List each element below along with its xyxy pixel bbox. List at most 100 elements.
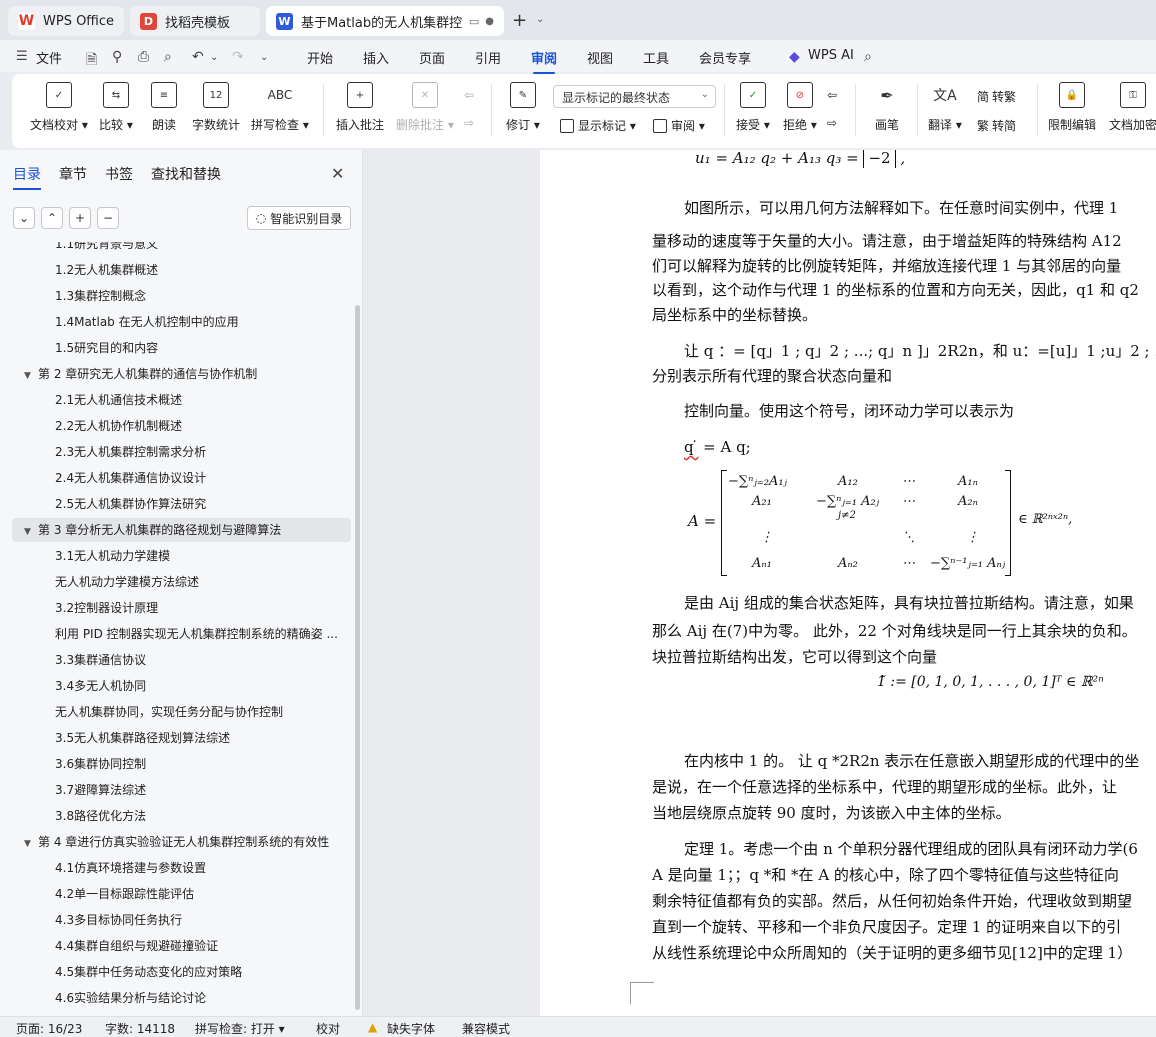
word-count-button[interactable]: 12 字数统计 bbox=[192, 82, 240, 133]
print-preview-icon[interactable]: ⌕ bbox=[164, 49, 172, 65]
expand-triangle-icon[interactable]: ▼ bbox=[24, 520, 38, 542]
remove-heading-icon[interactable]: − bbox=[97, 207, 119, 229]
menu-review[interactable]: 审阅 bbox=[531, 48, 557, 74]
revise-button[interactable]: ✎ 修订 ▾ bbox=[506, 82, 540, 133]
toc-section-item[interactable]: 2.2无人机协作机制概述 bbox=[12, 414, 351, 438]
unsaved-dot-icon[interactable]: ● bbox=[485, 16, 494, 27]
toc-section-item[interactable]: 1.3集群控制概念 bbox=[12, 284, 351, 308]
next-comment-icon[interactable]: ⇨ bbox=[464, 116, 474, 130]
add-heading-icon[interactable]: + bbox=[69, 207, 91, 229]
print-icon[interactable]: ⎙ bbox=[138, 49, 149, 65]
toc-chapter-item[interactable]: ▼ 第 4 章进行仿真实验验证无人机集群控制系统的有效性 bbox=[12, 830, 351, 854]
toc-section-item[interactable]: 2.1无人机通信技术概述 bbox=[12, 388, 351, 412]
status-compat-mode[interactable]: 兼容模式 bbox=[462, 1020, 510, 1037]
toc-section-item[interactable]: 1.4Matlab 在无人机控制中的应用 bbox=[12, 310, 351, 334]
menu-tools[interactable]: 工具 bbox=[643, 48, 669, 67]
menu-view[interactable]: 视图 bbox=[587, 48, 613, 67]
search-icon[interactable]: ⌕ bbox=[864, 49, 872, 65]
toc-section-item[interactable]: 4.6实验结果分析与结论讨论 bbox=[12, 986, 351, 1010]
spell-check-button[interactable]: ABC 拼写检查 ▾ bbox=[251, 82, 309, 133]
prev-comment-icon[interactable]: ⇦ bbox=[464, 88, 474, 102]
delete-comment-button[interactable]: ✕ 删除批注 ▾ bbox=[396, 82, 454, 133]
toc-section-item[interactable]: 3.4多无人机协同 bbox=[12, 674, 351, 698]
toc-section-item[interactable]: 3.1无人机动力学建模 bbox=[12, 544, 351, 568]
compare-button[interactable]: ⇆ 比较 ▾ bbox=[99, 82, 133, 133]
status-page[interactable]: 页面: 16/23 bbox=[16, 1020, 82, 1037]
to-simplified-button[interactable]: 繁 转简 bbox=[977, 117, 1016, 134]
status-word-count[interactable]: 字数: 14118 bbox=[105, 1020, 175, 1037]
show-markup-button[interactable]: 显示标记 ▾ bbox=[560, 117, 636, 134]
toc-section-item[interactable]: 无人机集群协同，实现任务分配与协作控制 bbox=[12, 700, 351, 724]
toc-section-item[interactable]: 4.5集群中任务动态变化的应对策略 bbox=[12, 960, 351, 984]
menu-member[interactable]: 会员专享 bbox=[699, 48, 751, 67]
next-change-icon[interactable]: ⇨ bbox=[827, 116, 837, 130]
menu-references[interactable]: 引用 bbox=[475, 48, 501, 67]
expand-triangle-icon[interactable]: ▼ bbox=[24, 832, 38, 854]
nav-tab-bookmarks[interactable]: 书签 bbox=[105, 164, 133, 190]
toc-section-item[interactable]: 1.5研究目的和内容 bbox=[12, 336, 351, 360]
toc-section-item[interactable]: 3.5无人机集群路径规划算法综述 bbox=[12, 726, 351, 750]
toc-section-item[interactable]: 3.6集群协同控制 bbox=[12, 752, 351, 776]
tab-current-document[interactable]: W 基于Matlab的无人机集群控制 ▭ ● bbox=[266, 6, 504, 36]
doc-check-button[interactable]: ✓ 文档校对 ▾ bbox=[30, 82, 88, 133]
menu-insert[interactable]: 插入 bbox=[363, 48, 389, 67]
toc-scrollbar[interactable] bbox=[355, 305, 360, 1010]
translate-button[interactable]: 文A 翻译 ▾ bbox=[928, 82, 962, 133]
reject-button[interactable]: ⊘ 拒绝 ▾ bbox=[783, 82, 817, 133]
undo-icon[interactable]: ↶ bbox=[192, 49, 204, 65]
toc-section-item[interactable]: 3.2控制器设计原理 bbox=[12, 596, 351, 620]
toc-section-item[interactable]: 3.7避障算法综述 bbox=[12, 778, 351, 802]
nav-tab-toc[interactable]: 目录 bbox=[13, 164, 41, 190]
tab-wps-office[interactable]: W WPS Office bbox=[8, 6, 124, 36]
menu-wps-ai[interactable]: WPS AI bbox=[808, 48, 854, 63]
prev-change-icon[interactable]: ⇦ bbox=[827, 88, 837, 102]
status-spell-check[interactable]: 拼写检查: 打开 ▾ bbox=[195, 1020, 285, 1037]
toc-section-item[interactable]: 2.3无人机集群控制需求分析 bbox=[12, 440, 351, 464]
toc-section-item[interactable]: 4.4集群自组织与规避碰撞验证 bbox=[12, 934, 351, 958]
chevron-down-icon[interactable]: ⌄ bbox=[536, 14, 544, 25]
expand-chevron-icon[interactable]: ⌃ bbox=[41, 207, 63, 229]
pen-button[interactable]: ✒ 画笔 bbox=[874, 82, 900, 133]
customize-chevron-icon[interactable]: ⌄ bbox=[260, 52, 268, 63]
document-page[interactable]: u₁ = A₁₂ q₂ + A₁₃ q₃ = −2 , 如图所示，可以用几何方法… bbox=[540, 150, 1156, 1016]
status-missing-font[interactable]: 缺失字体 bbox=[387, 1020, 435, 1037]
toc-section-item[interactable]: 利用 PID 控制器实现无人机集群控制系统的精确姿 ... bbox=[12, 622, 351, 646]
link-icon[interactable]: ⚲ bbox=[112, 49, 122, 65]
menu-file[interactable]: 文件 bbox=[36, 48, 62, 67]
tab-docer-templates[interactable]: D 找稻壳模板 bbox=[130, 6, 260, 36]
toc-section-item[interactable]: 3.8路径优化方法 bbox=[12, 804, 351, 828]
expand-triangle-icon[interactable]: ▼ bbox=[24, 364, 38, 386]
toc-chapter-item[interactable]: ▼ 第 3 章分析无人机集群的路径规划与避障算法 bbox=[12, 518, 351, 542]
doc-encrypt-button[interactable]: ⚿ 文档加密 bbox=[1109, 82, 1156, 133]
menu-page[interactable]: 页面 bbox=[419, 48, 445, 67]
read-aloud-button[interactable]: ≡ 朗读 bbox=[151, 82, 177, 133]
undo-dropdown-icon[interactable]: ⌄ bbox=[210, 52, 218, 63]
toc-chapter-item[interactable]: ▼ 第 2 章研究无人机集群的通信与协作机制 bbox=[12, 362, 351, 386]
toc-section-item[interactable]: 1.2无人机集群概述 bbox=[12, 258, 351, 282]
redo-icon[interactable]: ↷ bbox=[232, 49, 244, 65]
monitor-icon[interactable]: ▭ bbox=[469, 15, 479, 28]
restrict-edit-button[interactable]: 🔒 限制编辑 bbox=[1048, 82, 1096, 133]
status-proofread[interactable]: 校对 bbox=[316, 1020, 340, 1037]
toc-section-item[interactable]: 2.4无人机集群通信协议设计 bbox=[12, 466, 351, 490]
accept-button[interactable]: ✓ 接受 ▾ bbox=[736, 82, 770, 133]
toc-section-item[interactable]: 2.5无人机集群协作算法研究 bbox=[12, 492, 351, 516]
review-pane-button[interactable]: 审阅 ▾ bbox=[653, 117, 705, 134]
menu-home[interactable]: 开始 bbox=[307, 48, 333, 67]
smart-toc-button[interactable]: ◌ 智能识别目录 bbox=[247, 206, 351, 230]
hamburger-icon[interactable]: ☰ bbox=[16, 49, 28, 64]
markup-state-select[interactable]: 显示标记的最终状态 ⌄ bbox=[553, 85, 716, 108]
toc-section-item[interactable]: 无人机动力学建模方法综述 bbox=[12, 570, 351, 594]
collapse-chevron-icon[interactable]: ⌄ bbox=[13, 207, 35, 229]
toc-section-item[interactable]: 4.2单一目标跟踪性能评估 bbox=[12, 882, 351, 906]
toc-section-item[interactable]: 4.1仿真环境搭建与参数设置 bbox=[12, 856, 351, 880]
nav-tab-sections[interactable]: 章节 bbox=[59, 164, 87, 190]
nav-tab-find-replace[interactable]: 查找和替换 bbox=[151, 164, 221, 190]
toc-section-item[interactable]: 1.1研究背景与意义 bbox=[12, 242, 351, 256]
save-icon[interactable]: 🗎 bbox=[86, 49, 97, 73]
toc-section-item[interactable]: 3.3集群通信协议 bbox=[12, 648, 351, 672]
toc-section-item[interactable]: 4.3多目标协同任务执行 bbox=[12, 908, 351, 932]
close-icon[interactable]: ✕ bbox=[331, 164, 344, 183]
insert-comment-button[interactable]: + 插入批注 bbox=[336, 82, 384, 133]
new-tab-plus-icon[interactable]: + bbox=[512, 10, 527, 31]
